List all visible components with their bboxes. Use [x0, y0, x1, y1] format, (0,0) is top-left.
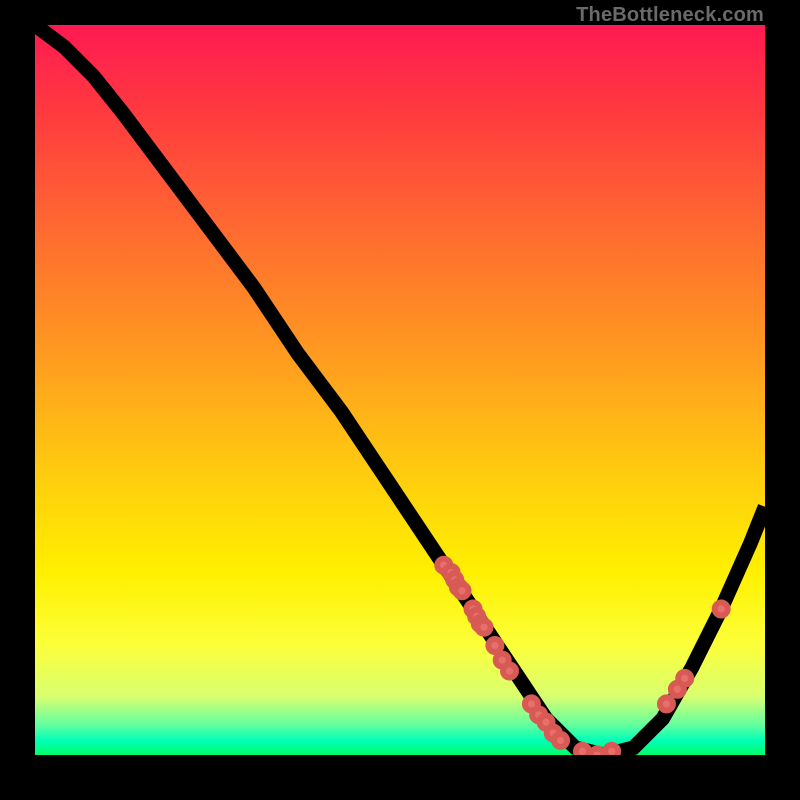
data-point	[678, 672, 691, 685]
data-point	[455, 584, 468, 597]
data-point	[605, 745, 618, 755]
data-point	[576, 745, 589, 755]
watermark-text: TheBottleneck.com	[576, 4, 764, 27]
data-point	[477, 621, 490, 634]
data-point	[591, 748, 604, 755]
bottleneck-curve	[35, 25, 765, 755]
data-point	[488, 639, 501, 652]
data-point	[660, 697, 673, 710]
data-point	[715, 602, 728, 615]
chart-svg	[35, 25, 765, 755]
data-point	[554, 734, 567, 747]
data-point	[503, 664, 516, 677]
data-points	[437, 559, 728, 755]
